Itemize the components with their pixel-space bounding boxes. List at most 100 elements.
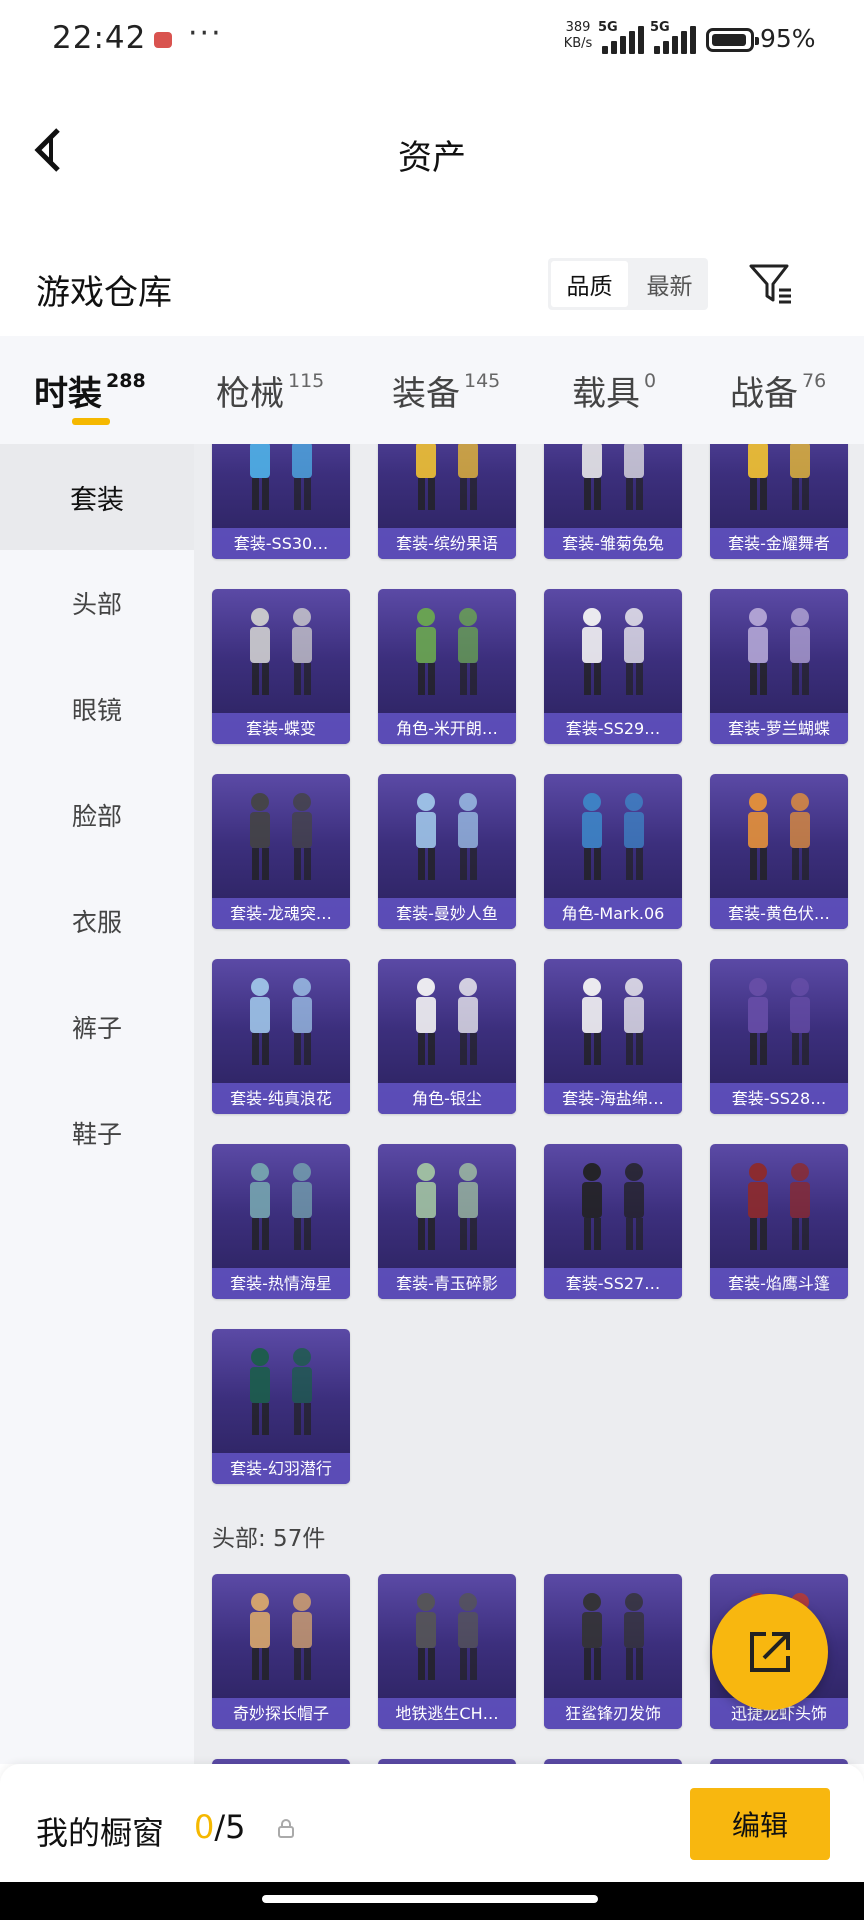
- head-item-card[interactable]: 奇妙探长帽子: [212, 1574, 350, 1729]
- outfit-thumbnail-icon: [582, 444, 644, 510]
- outfit-thumbnail-icon: [416, 444, 478, 510]
- sidebar-item-pants[interactable]: 裤子: [0, 974, 194, 1080]
- sidebar-item-face[interactable]: 脸部: [0, 762, 194, 868]
- page-title: 资产: [398, 138, 466, 178]
- filter-icon: [749, 264, 791, 304]
- item-name: 套装-热情海星: [212, 1268, 350, 1299]
- item-name: 套装-海盐绵…: [544, 1083, 682, 1114]
- outfit-thumbnail-icon: [582, 1163, 644, 1250]
- outfit-thumbnail-icon: [582, 793, 644, 880]
- outfit-thumbnail-icon: [748, 608, 810, 695]
- head-group-label: 头部: 57件: [212, 1526, 326, 1552]
- tab-fashion[interactable]: 时装 288: [34, 366, 146, 415]
- sidebar-item-suits[interactable]: 套装: [0, 444, 194, 550]
- item-name: 角色-Mark.06: [544, 898, 682, 929]
- status-time: 22:42: [52, 20, 147, 56]
- item-name: 套装-雏菊兔兔: [544, 528, 682, 559]
- suit-item-card[interactable]: 套装-热情海星: [212, 1144, 350, 1299]
- tab-firearms[interactable]: 枪械 115: [216, 366, 324, 415]
- suit-item-card[interactable]: 套装-雏菊兔兔: [544, 444, 682, 559]
- sidebar-item-shoes[interactable]: 鞋子: [0, 1080, 194, 1186]
- status-bar: 22:42 ··· 389 KB/s 5G 5G 95%: [0, 0, 864, 80]
- suit-item-card[interactable]: 套装-SS27…: [544, 1144, 682, 1299]
- outfit-thumbnail-icon: [748, 1163, 810, 1250]
- suit-item-card[interactable]: 套装-缤纷果语: [378, 444, 516, 559]
- item-name: 套装-幻羽潜行: [212, 1453, 350, 1484]
- sort-toggle[interactable]: 品质 最新: [548, 258, 708, 310]
- suit-item-card[interactable]: 套装-曼妙人鱼: [378, 774, 516, 929]
- suit-item-card[interactable]: 套装-焰鹰斗篷: [710, 1144, 848, 1299]
- item-name: 套装-纯真浪花: [212, 1083, 350, 1114]
- sidebar-item-glasses[interactable]: 眼镜: [0, 656, 194, 762]
- suit-item-card[interactable]: 套装-海盐绵…: [544, 959, 682, 1114]
- suit-item-card[interactable]: 套装-蝶变: [212, 589, 350, 744]
- network-speed: 389 KB/s: [563, 20, 593, 51]
- outfit-thumbnail-icon: [582, 1593, 644, 1680]
- item-name: 套装-焰鹰斗篷: [710, 1268, 848, 1299]
- item-name: 狂鲨锋刃发饰: [544, 1698, 682, 1729]
- suit-item-card[interactable]: 套装-SS29…: [544, 589, 682, 744]
- item-name: 套装-SS29…: [544, 713, 682, 744]
- outfit-thumbnail-icon: [416, 608, 478, 695]
- lock-icon: [278, 1819, 294, 1838]
- warehouse-title: 游戏仓库: [36, 273, 172, 313]
- suit-item-card[interactable]: 套装-SS30…: [212, 444, 350, 559]
- item-grid: 头部: 57件 套装-SS30… 套装-缤纷果语 套装-雏菊兔兔 套装-金耀舞者 套装-…: [194, 444, 864, 1764]
- home-indicator[interactable]: [262, 1895, 598, 1903]
- head-item-card[interactable]: 地铁逃生CH…: [378, 1574, 516, 1729]
- outfit-thumbnail-icon: [250, 1348, 312, 1435]
- outfit-thumbnail-icon: [250, 1593, 312, 1680]
- notification-app-icon: [154, 32, 172, 48]
- item-name: 套装-龙魂突…: [212, 898, 350, 929]
- sidebar-item-clothes[interactable]: 衣服: [0, 868, 194, 974]
- sort-newest-option[interactable]: 最新: [631, 258, 708, 310]
- tab-battle-prep[interactable]: 战备 76: [730, 366, 826, 415]
- suit-item-card[interactable]: 套装-幻羽潜行: [212, 1329, 350, 1484]
- tab-equipment[interactable]: 装备 145: [392, 366, 500, 415]
- sidebar-item-head[interactable]: 头部: [0, 550, 194, 656]
- head-item-card[interactable]: 狂鲨锋刃发饰: [544, 1574, 682, 1729]
- suit-item-card[interactable]: 角色-Mark.06: [544, 774, 682, 929]
- suit-item-card[interactable]: 套装-青玉碎影: [378, 1144, 516, 1299]
- item-name: 地铁逃生CH…: [378, 1698, 516, 1729]
- outfit-thumbnail-icon: [250, 444, 312, 510]
- item-name: 套装-金耀舞者: [710, 528, 848, 559]
- sort-quality-option[interactable]: 品质: [551, 261, 628, 307]
- outfit-thumbnail-icon: [582, 608, 644, 695]
- item-name: 套装-青玉碎影: [378, 1268, 516, 1299]
- showcase-label: 我的橱窗: [36, 1814, 165, 1852]
- outfit-thumbnail-icon: [748, 978, 810, 1065]
- suit-item-card[interactable]: 套装-萝兰蝴蝶: [710, 589, 848, 744]
- item-name: 套装-黄色伏…: [710, 898, 848, 929]
- outfit-thumbnail-icon: [748, 444, 810, 510]
- suit-item-card[interactable]: 套装-SS28…: [710, 959, 848, 1114]
- outfit-thumbnail-icon: [250, 793, 312, 880]
- filter-button[interactable]: [746, 258, 796, 308]
- signal-sim1-icon: 5G: [598, 20, 644, 54]
- item-name: 套装-SS28…: [710, 1083, 848, 1114]
- suit-item-card[interactable]: 角色-银尘: [378, 959, 516, 1114]
- bottom-bar: 我的橱窗 0/5 编辑: [0, 1764, 864, 1882]
- share-fab-button[interactable]: [712, 1594, 828, 1710]
- item-name: 套装-萝兰蝴蝶: [710, 713, 848, 744]
- item-name: 套装-蝶变: [212, 713, 350, 744]
- more-notifications-icon: ···: [188, 16, 223, 51]
- outfit-thumbnail-icon: [582, 978, 644, 1065]
- edit-button[interactable]: 编辑: [690, 1788, 830, 1860]
- signal-sim2-icon: 5G: [650, 20, 696, 54]
- suit-item-card[interactable]: 套装-金耀舞者: [710, 444, 848, 559]
- suit-item-card[interactable]: 角色-米开朗…: [378, 589, 516, 744]
- active-tab-indicator: [72, 418, 110, 425]
- item-name: 奇妙探长帽子: [212, 1698, 350, 1729]
- outfit-thumbnail-icon: [416, 793, 478, 880]
- item-name: 套装-曼妙人鱼: [378, 898, 516, 929]
- suit-item-card[interactable]: 套装-龙魂突…: [212, 774, 350, 929]
- tab-vehicles[interactable]: 载具 0: [572, 366, 656, 415]
- suit-item-card[interactable]: 套装-黄色伏…: [710, 774, 848, 929]
- showcase-count: 0/5: [194, 1808, 246, 1846]
- item-name: 套装-缤纷果语: [378, 528, 516, 559]
- suit-item-card[interactable]: 套装-纯真浪花: [212, 959, 350, 1114]
- outfit-thumbnail-icon: [748, 793, 810, 880]
- item-name: 套装-SS27…: [544, 1268, 682, 1299]
- battery-percent: 95%: [760, 24, 816, 53]
